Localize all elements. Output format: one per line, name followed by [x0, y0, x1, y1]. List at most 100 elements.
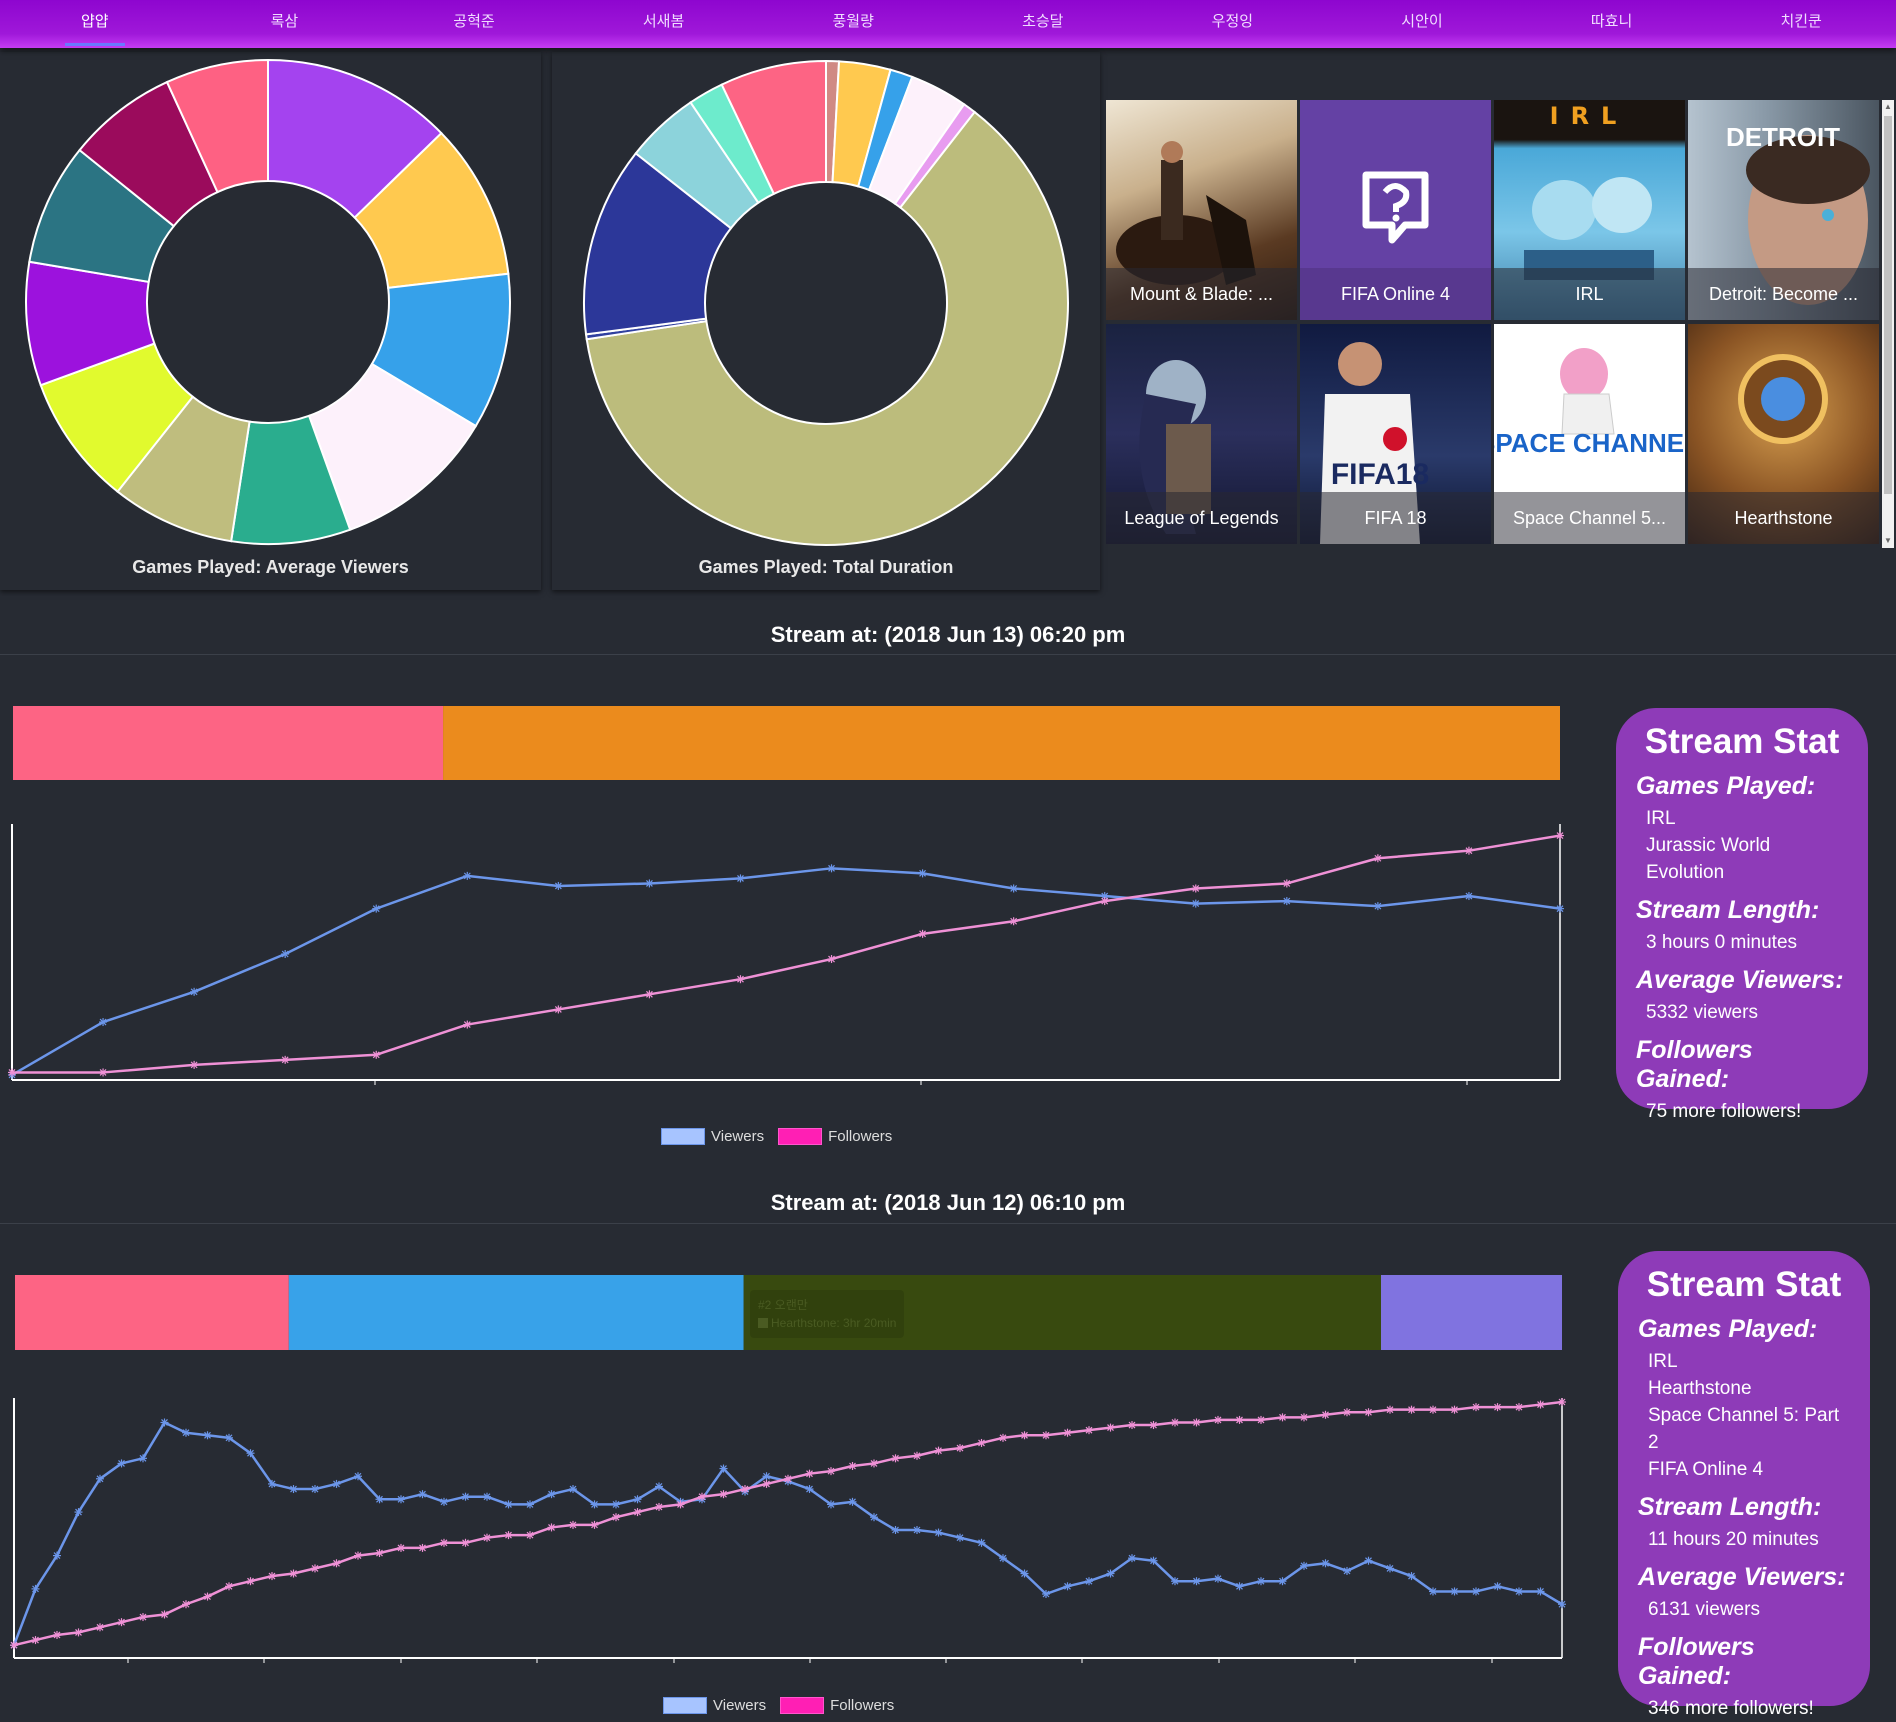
data-point-viewers[interactable]	[311, 1485, 319, 1494]
game-tile-irl[interactable]: IRL IRL	[1494, 100, 1685, 320]
legend-followers[interactable]: Followers	[778, 1128, 892, 1145]
data-point-followers[interactable]	[1106, 1423, 1115, 1432]
data-point-followers[interactable]	[354, 1551, 362, 1560]
data-point-viewers[interactable]	[354, 1472, 362, 1481]
data-point-viewers[interactable]	[977, 1538, 986, 1547]
data-point-followers[interactable]	[1464, 846, 1473, 855]
data-point-viewers[interactable]	[1300, 1561, 1308, 1570]
data-point-followers[interactable]	[1450, 1405, 1459, 1414]
data-point-followers[interactable]	[1343, 1408, 1351, 1417]
timeline-segment[interactable]	[13, 706, 444, 780]
legend-viewers[interactable]: Viewers	[661, 1128, 764, 1145]
data-point-viewers[interactable]	[1373, 902, 1382, 911]
data-point-followers[interactable]	[483, 1533, 491, 1542]
data-point-followers[interactable]	[999, 1433, 1007, 1442]
data-point-followers[interactable]	[827, 1467, 835, 1476]
data-point-followers[interactable]	[719, 1490, 728, 1499]
data-point-viewers[interactable]	[999, 1554, 1007, 1563]
data-point-viewers[interactable]	[1386, 1564, 1394, 1573]
data-point-followers[interactable]	[554, 1005, 563, 1014]
data-point-followers[interactable]	[418, 1543, 427, 1552]
data-point-followers[interactable]	[1063, 1428, 1072, 1437]
data-point-followers[interactable]	[281, 1055, 290, 1064]
data-point-followers[interactable]	[1493, 1403, 1502, 1412]
data-point-viewers[interactable]	[762, 1472, 771, 1481]
data-point-viewers[interactable]	[375, 1495, 384, 1504]
data-point-viewers[interactable]	[1020, 1569, 1029, 1578]
nav-tab-5[interactable]: 초승달	[948, 0, 1138, 48]
timeline-segment[interactable]	[15, 1275, 289, 1350]
data-point-viewers[interactable]	[372, 904, 381, 913]
data-point-followers[interactable]	[676, 1500, 685, 1509]
data-point-followers[interactable]	[1278, 1413, 1287, 1422]
data-point-followers[interactable]	[1191, 884, 1200, 893]
data-point-followers[interactable]	[1214, 1415, 1222, 1424]
data-point-followers[interactable]	[375, 1549, 384, 1558]
data-point-followers[interactable]	[784, 1474, 792, 1483]
data-point-followers[interactable]	[99, 1068, 108, 1077]
data-point-viewers[interactable]	[190, 987, 199, 996]
data-point-followers[interactable]	[1192, 1418, 1201, 1427]
data-point-viewers[interactable]	[418, 1490, 427, 1499]
data-point-viewers[interactable]	[1214, 1574, 1222, 1583]
data-point-viewers[interactable]	[1343, 1566, 1351, 1575]
data-point-viewers[interactable]	[182, 1428, 190, 1437]
data-point-followers[interactable]	[526, 1531, 534, 1540]
data-point-followers[interactable]	[1364, 1408, 1373, 1417]
data-point-viewers[interactable]	[1063, 1582, 1072, 1591]
game-tile-fifa-online-4[interactable]: FIFA Online 4	[1300, 100, 1491, 320]
data-point-viewers[interactable]	[891, 1526, 900, 1534]
data-point-viewers[interactable]	[827, 864, 836, 873]
game-tile-fifa-18[interactable]: FIFA18 FIFA 18	[1300, 324, 1491, 544]
games-scrollbar[interactable]: ▲ ▼	[1882, 100, 1894, 548]
data-point-followers[interactable]	[463, 1020, 472, 1029]
data-point-viewers[interactable]	[1106, 1569, 1115, 1578]
data-point-viewers[interactable]	[1192, 1577, 1201, 1586]
data-point-followers[interactable]	[182, 1600, 190, 1609]
data-point-viewers[interactable]	[281, 950, 290, 958]
data-point-viewers[interactable]	[139, 1454, 147, 1463]
game-tile-league[interactable]: League of Legends	[1106, 324, 1297, 544]
nav-tab-1[interactable]: 록삼	[190, 0, 380, 48]
data-point-followers[interactable]	[311, 1564, 319, 1573]
data-point-viewers[interactable]	[99, 1018, 108, 1027]
data-point-followers[interactable]	[827, 955, 836, 964]
data-point-followers[interactable]	[934, 1446, 943, 1455]
data-point-viewers[interactable]	[1321, 1559, 1330, 1568]
data-point-viewers[interactable]	[526, 1500, 534, 1509]
data-point-viewers[interactable]	[1171, 1577, 1179, 1586]
data-point-viewers[interactable]	[569, 1485, 577, 1494]
data-point-viewers[interactable]	[289, 1485, 298, 1494]
data-point-followers[interactable]	[655, 1502, 663, 1511]
data-point-followers[interactable]	[698, 1492, 706, 1501]
data-point-followers[interactable]	[1321, 1410, 1330, 1419]
data-point-followers[interactable]	[1235, 1415, 1244, 1424]
data-point-viewers[interactable]	[918, 869, 927, 878]
nav-tab-3[interactable]: 서새봄	[569, 0, 759, 48]
data-point-followers[interactable]	[870, 1459, 878, 1468]
nav-tab-9[interactable]: 치킨쿤	[1706, 0, 1896, 48]
data-point-viewers[interactable]	[160, 1418, 169, 1427]
data-point-viewers[interactable]	[547, 1490, 556, 1499]
data-point-followers[interactable]	[440, 1538, 448, 1547]
data-point-followers[interactable]	[461, 1538, 470, 1547]
data-point-viewers[interactable]	[1464, 892, 1473, 901]
data-point-followers[interactable]	[1020, 1431, 1029, 1440]
legend-viewers[interactable]: Viewers	[663, 1697, 766, 1714]
data-point-followers[interactable]	[117, 1618, 126, 1627]
data-point-followers[interactable]	[956, 1444, 964, 1453]
data-point-followers[interactable]	[913, 1451, 921, 1460]
data-point-viewers[interactable]	[736, 874, 745, 883]
data-point-followers[interactable]	[1257, 1415, 1265, 1424]
data-point-followers[interactable]	[633, 1508, 642, 1517]
nav-tab-0[interactable]: 얍얍	[0, 0, 190, 48]
data-point-followers[interactable]	[1085, 1426, 1093, 1435]
timeline-segment[interactable]	[1381, 1275, 1562, 1350]
data-point-viewers[interactable]	[1257, 1577, 1265, 1586]
data-point-viewers[interactable]	[934, 1528, 943, 1537]
scroll-down-icon[interactable]: ▼	[1882, 534, 1894, 548]
data-point-viewers[interactable]	[1009, 884, 1018, 893]
data-point-viewers[interactable]	[655, 1482, 663, 1491]
data-point-viewers[interactable]	[1450, 1587, 1459, 1596]
data-point-followers[interactable]	[741, 1485, 749, 1494]
